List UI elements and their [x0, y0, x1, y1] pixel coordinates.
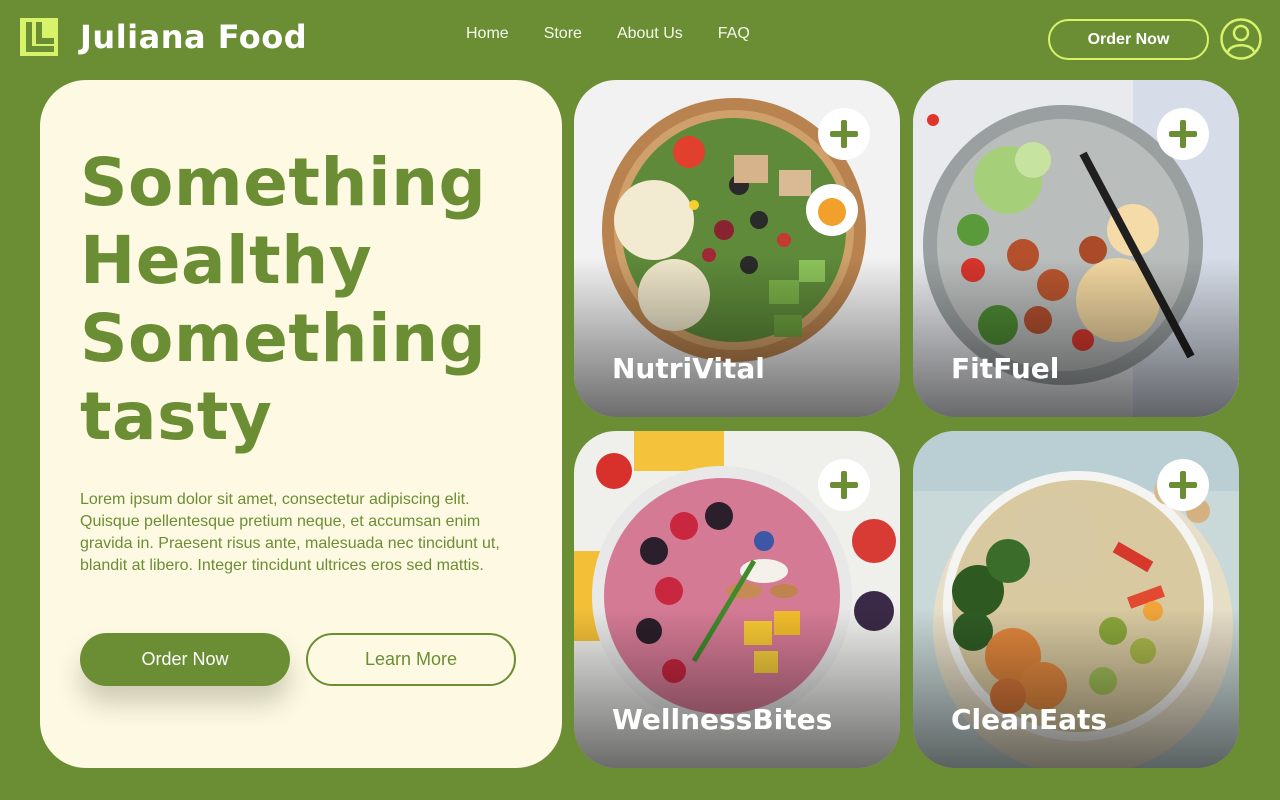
hero-order-now-button[interactable]: Order Now: [80, 633, 290, 686]
product-name-fitfuel: FitFuel: [951, 352, 1060, 385]
hero-title-line-4: tasty: [80, 378, 273, 455]
hero-title-line-2: Healthy: [80, 222, 373, 299]
add-fitfuel-plus-icon[interactable]: [1157, 108, 1209, 160]
product-name-nutrivital: NutriVital: [612, 352, 765, 385]
nav-store[interactable]: Store: [544, 25, 582, 43]
card-shade: [913, 257, 1239, 417]
hero-description: Lorem ipsum dolor sit amet, consectetur …: [80, 491, 500, 574]
brand-name: Juliana Food: [80, 18, 308, 56]
hero-title-line-1: Something: [80, 144, 487, 221]
header-order-now-button[interactable]: Order Now: [1048, 19, 1209, 60]
add-nutrivital-plus-icon[interactable]: [818, 108, 870, 160]
product-card-wellnessbites[interactable]: WellnessBites: [574, 431, 900, 768]
product-card-cleaneats[interactable]: CleanEats: [913, 431, 1239, 768]
brand-logo[interactable]: Juliana Food: [20, 18, 307, 56]
user-account-icon[interactable]: [1220, 18, 1262, 60]
nav-home[interactable]: Home: [466, 25, 509, 43]
product-name-wellnessbites: WellnessBites: [612, 703, 833, 736]
nav-faq[interactable]: FAQ: [718, 25, 750, 43]
product-name-cleaneats: CleanEats: [951, 703, 1108, 736]
hero-title-line-3: Something: [80, 300, 487, 377]
main-nav: Home Store About Us FAQ: [466, 25, 785, 43]
product-card-fitfuel[interactable]: FitFuel: [913, 80, 1239, 417]
card-shade: [574, 257, 900, 417]
card-shade: [574, 608, 900, 768]
product-card-nutrivital[interactable]: NutriVital: [574, 80, 900, 417]
hero-title: Something Healthy Something tasty: [80, 144, 550, 456]
add-cleaneats-plus-icon[interactable]: [1157, 459, 1209, 511]
hero-card: Something Healthy Something tasty Lorem …: [40, 80, 562, 768]
learn-more-button[interactable]: Learn More: [306, 633, 516, 686]
nav-about-us[interactable]: About Us: [617, 25, 683, 43]
add-wellnessbites-plus-icon[interactable]: [818, 459, 870, 511]
card-shade: [913, 608, 1239, 768]
logo-icon: [20, 18, 58, 56]
